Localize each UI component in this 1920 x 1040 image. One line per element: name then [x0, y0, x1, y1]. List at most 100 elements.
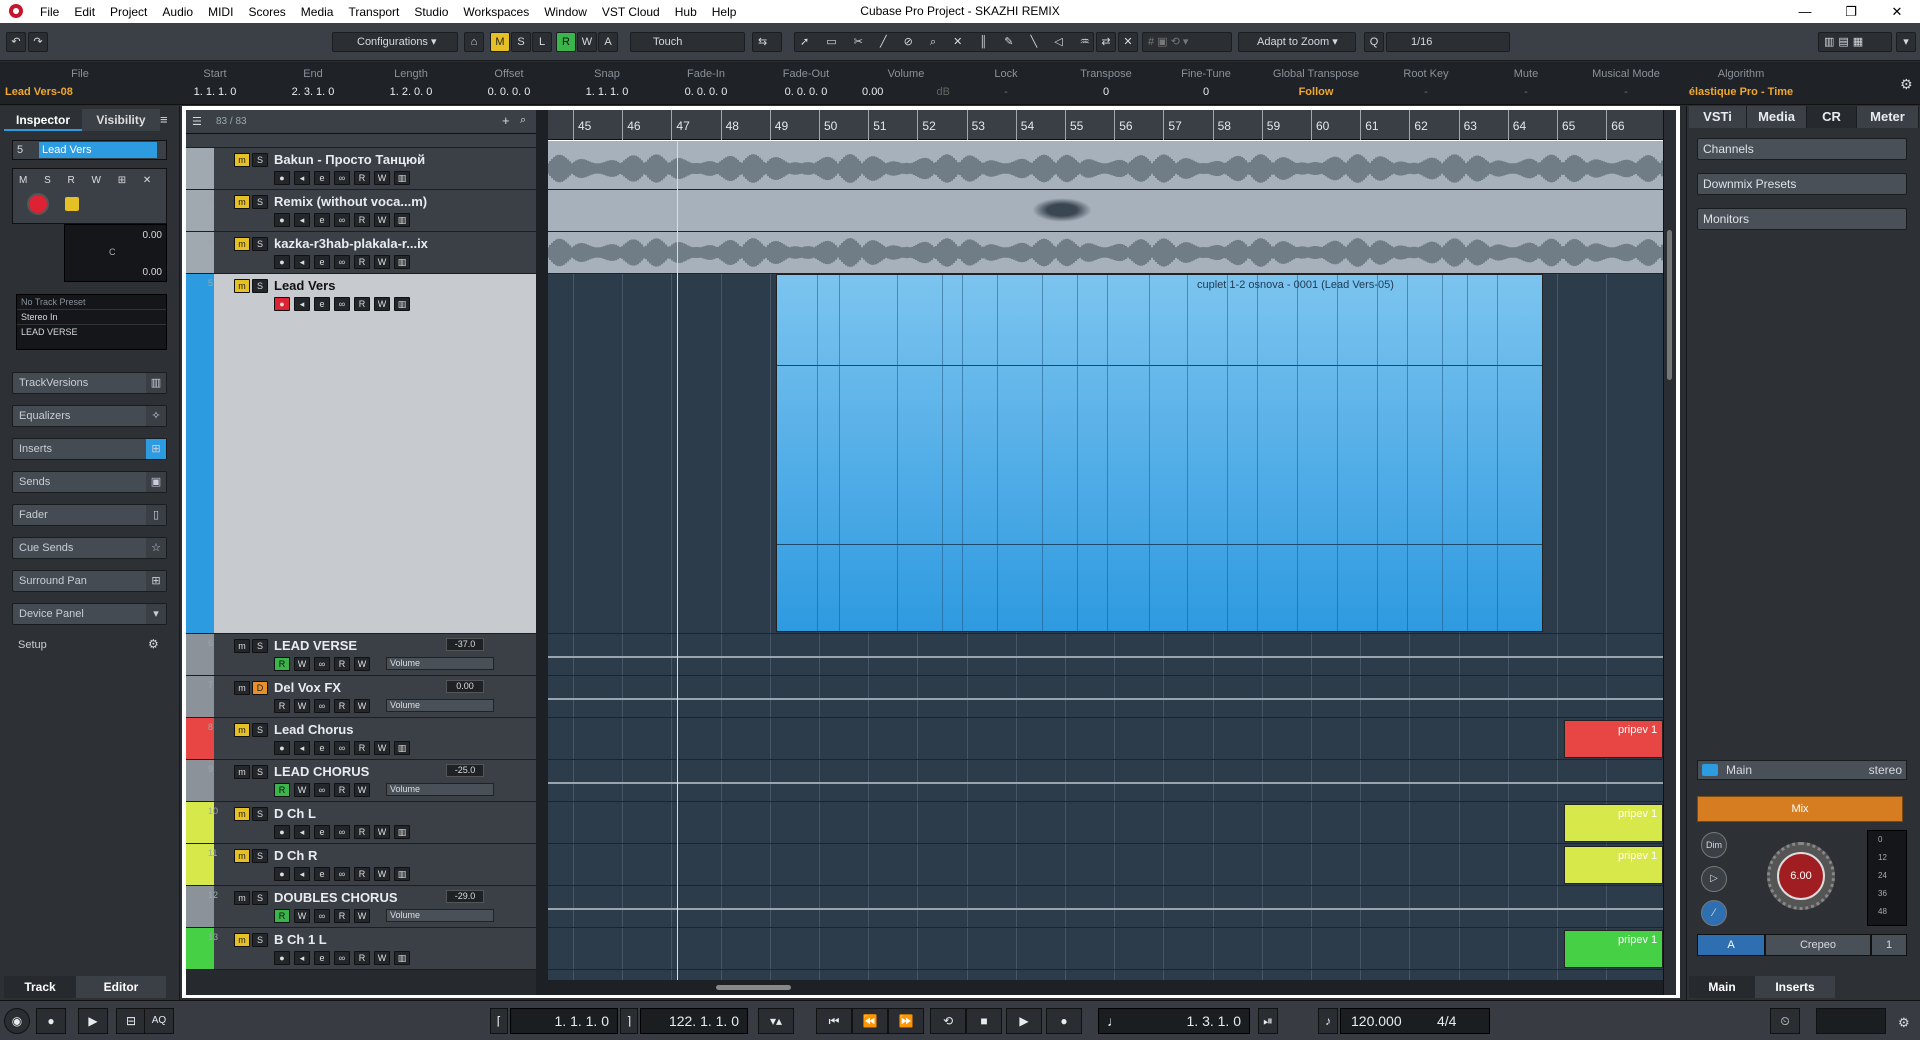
track-name[interactable]: B Ch 1 L — [274, 932, 327, 947]
stop-icon[interactable]: ■ — [966, 1008, 1002, 1034]
automation-parameter[interactable]: Volume — [386, 699, 494, 712]
tab-meter[interactable]: Meter — [1857, 106, 1919, 128]
track-solo-button[interactable]: D — [252, 681, 268, 695]
track-lanes-button[interactable]: ▥ — [394, 951, 410, 965]
menu-edit[interactable]: Edit — [74, 5, 95, 19]
ruler-bar-45[interactable]: 45 — [573, 110, 591, 140]
menu-file[interactable]: File — [40, 5, 59, 19]
info-lock[interactable]: Lock - — [956, 62, 1056, 105]
track-list-menu-icon[interactable]: ☰ — [192, 115, 202, 128]
track-row[interactable]: 8 m S Lead Chorus ● ◂ e ∞ R W ▥ — [186, 718, 536, 760]
section-sends[interactable]: Sends ▣ — [12, 471, 167, 493]
read-automation-button[interactable]: R — [556, 32, 576, 52]
ruler-bar-46[interactable]: 46 — [622, 110, 641, 140]
menu-vst-cloud[interactable]: VST Cloud — [602, 5, 660, 19]
dim-button[interactable]: Dim — [1701, 832, 1727, 858]
track-monitor-button[interactable]: R — [274, 699, 290, 713]
track-link-button[interactable]: ∞ — [334, 213, 350, 227]
track-solo-button[interactable]: S — [252, 807, 268, 821]
track-row[interactable]: 5 m S Lead Vers ● ◂ e ∞ R W ▥ — [186, 274, 536, 634]
tab-main[interactable]: Main — [1689, 976, 1755, 998]
track-lanes-button[interactable]: ▥ — [394, 213, 410, 227]
track-monitor-button[interactable]: ◂ — [294, 825, 310, 839]
menu-audio[interactable]: Audio — [162, 5, 193, 19]
info-algorithm[interactable]: Algorithm élastique Pro - Time — [1676, 62, 1806, 105]
zoom-mode-dropdown[interactable]: Adapt to Zoom ▾ — [1238, 32, 1356, 52]
track-monitor-button[interactable]: ◂ — [294, 741, 310, 755]
audio-event-dch-r[interactable]: pripev 1 — [1564, 846, 1663, 884]
track-edit-button[interactable]: W — [294, 909, 310, 923]
track-monitor-button[interactable]: ◂ — [294, 951, 310, 965]
left-locator-display[interactable]: 1. 1. 1. 0 — [510, 1008, 618, 1034]
mix-button[interactable]: Mix — [1697, 796, 1903, 822]
monitor-icon[interactable] — [65, 197, 79, 211]
lock-icon[interactable]: ⌂ — [464, 32, 484, 52]
talkback-icon[interactable]: ▷ — [1701, 866, 1727, 892]
track-row[interactable]: 3 m S Remix (without voca...m) ● ◂ e ∞ R W ▥ — [186, 190, 536, 232]
menu-window[interactable]: Window — [544, 5, 587, 19]
ruler-bar-47[interactable]: 47 — [671, 110, 690, 140]
track-read-button[interactable]: R — [334, 657, 350, 671]
track-row[interactable]: 13 m S B Ch 1 L ● ◂ e ∞ R W ▥ — [186, 928, 536, 970]
inspector-track-name[interactable]: Lead Vers — [39, 142, 157, 158]
output-routing[interactable]: LEAD VERSE — [17, 325, 166, 339]
track-record-button[interactable]: ● — [274, 255, 290, 269]
info-volume[interactable]: Volume 0.00 dB — [856, 62, 956, 105]
window-layout-icon[interactable]: ▥▤▦ — [1818, 32, 1892, 52]
info-start[interactable]: Start 1. 1. 1. 0 — [166, 62, 264, 105]
automation-line[interactable] — [548, 782, 1663, 784]
track-link-button[interactable]: ∞ — [334, 825, 350, 839]
ruler-bar-49[interactable]: 49 — [769, 110, 788, 140]
info-root-key[interactable]: Root Key - — [1376, 62, 1476, 105]
record-enable-icon[interactable] — [27, 193, 49, 215]
track-link-button[interactable]: ∞ — [334, 741, 350, 755]
track-write-button[interactable]: W — [374, 825, 390, 839]
track-write-button[interactable]: W — [374, 255, 390, 269]
info-global-transpose[interactable]: Global Transpose Follow — [1256, 62, 1376, 105]
track-name[interactable]: LEAD CHORUS — [274, 764, 369, 779]
ruler-bar-62[interactable]: 62 — [1409, 110, 1428, 140]
track-solo-button[interactable]: S — [252, 237, 268, 251]
info-fine-tune[interactable]: Fine-Tune 0 — [1156, 62, 1256, 105]
track-name[interactable]: LEAD VERSE — [274, 638, 357, 653]
ruler-bar-58[interactable]: 58 — [1212, 110, 1231, 140]
tab-track[interactable]: Track — [4, 976, 76, 998]
automation-line[interactable] — [548, 698, 1663, 700]
track-read-button[interactable]: R — [354, 741, 370, 755]
undo-icon[interactable]: ↶ — [6, 32, 26, 52]
ruler-bar-51[interactable]: 51 — [868, 110, 887, 140]
automation-line[interactable] — [548, 908, 1663, 910]
track-name[interactable]: DOUBLES CHORUS — [274, 890, 398, 905]
ruler-bar-64[interactable]: 64 — [1507, 110, 1526, 140]
automation-parameter[interactable]: Volume — [386, 657, 494, 670]
volume-knob[interactable]: 6.00 — [1767, 842, 1835, 910]
track-solo-button[interactable]: S — [252, 153, 268, 167]
track-write-button[interactable]: W — [374, 171, 390, 185]
listen-button[interactable]: L — [532, 32, 552, 52]
track-link-button[interactable]: ∞ — [314, 657, 330, 671]
audio-event-dch-l[interactable]: pripev 1 — [1564, 804, 1663, 842]
track-monitor-button[interactable]: ◂ — [294, 171, 310, 185]
transport-settings-icon[interactable]: ⚙ — [1898, 1015, 1910, 1031]
automation-parameter[interactable]: Volume — [386, 909, 494, 922]
track-link-button[interactable]: ∞ — [334, 297, 350, 311]
track-write-button[interactable]: W — [354, 909, 370, 923]
track-record-button[interactable]: ● — [274, 951, 290, 965]
info-mute[interactable]: Mute - — [1476, 62, 1576, 105]
ruler-bar-48[interactable]: 48 — [720, 110, 739, 140]
tab-inserts[interactable]: Inserts — [1755, 976, 1835, 998]
tab-media[interactable]: Media — [1747, 106, 1807, 128]
section-equalizers[interactable]: Equalizers ✧ — [12, 405, 167, 427]
track-record-button[interactable]: ● — [274, 171, 290, 185]
info-fade-out[interactable]: Fade-Out 0. 0. 0. 0 — [756, 62, 856, 105]
track-solo-button[interactable]: S — [252, 723, 268, 737]
info-offset[interactable]: Offset 0. 0. 0. 0 — [460, 62, 558, 105]
track-row[interactable]: 7 m D Del Vox FX R W ∞ R W 0.00 Volume — [186, 676, 536, 718]
ruler-bar-55[interactable]: 55 — [1065, 110, 1083, 140]
position-format-icon[interactable]: ⏯ — [1258, 1008, 1278, 1034]
track-name[interactable]: kazka-r3hab-plakala-r...ix — [274, 236, 428, 251]
rewind-icon[interactable]: ⏪ — [852, 1008, 888, 1034]
play-icon[interactable]: ▶ — [1006, 1008, 1042, 1034]
track-read-button[interactable]: R — [354, 213, 370, 227]
preroll-icon[interactable]: ⊟ — [116, 1008, 146, 1034]
